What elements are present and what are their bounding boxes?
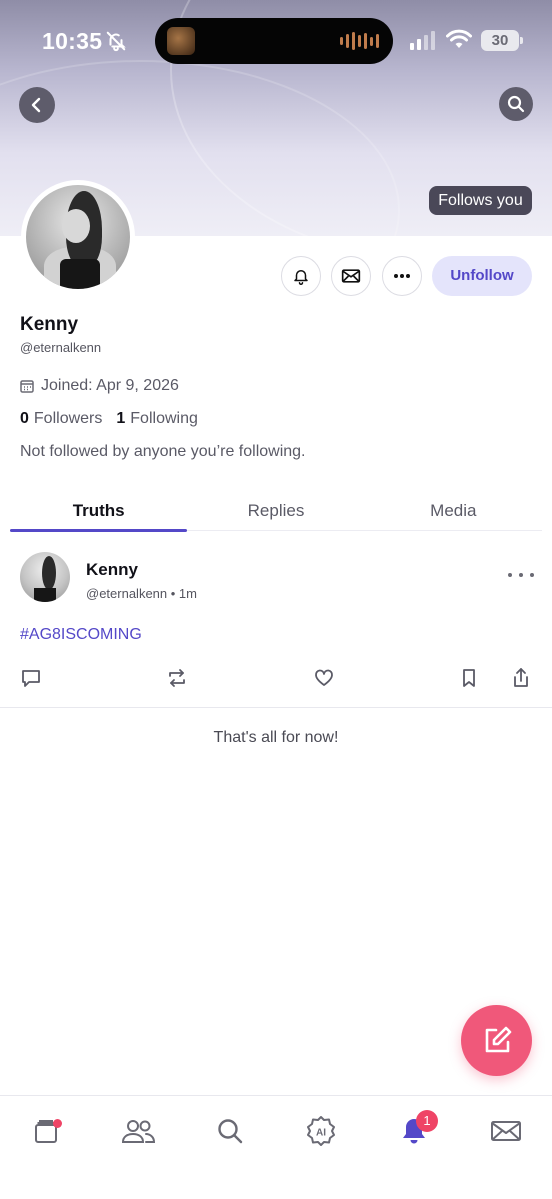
nav-search[interactable]: [212, 1113, 248, 1149]
post-author-name[interactable]: Kenny: [86, 560, 138, 580]
heart-icon[interactable]: [313, 667, 335, 689]
followers-link[interactable]: 0 Followers: [20, 410, 102, 428]
ai-icon: AI: [307, 1116, 335, 1146]
post-more-icon[interactable]: [508, 566, 534, 584]
tab-replies[interactable]: Replies: [187, 500, 364, 530]
following-link[interactable]: 1 Following: [116, 410, 198, 428]
tab-media[interactable]: Media: [365, 500, 542, 530]
nav-ai[interactable]: AI: [303, 1113, 339, 1149]
profile-avatar[interactable]: [21, 180, 135, 294]
post-author-avatar[interactable]: [20, 552, 70, 602]
repost-icon[interactable]: [166, 667, 188, 689]
mail-icon: [491, 1121, 521, 1141]
followers-count: 0: [20, 410, 29, 427]
audio-waveform-icon: [340, 31, 379, 51]
feed-unread-dot: [53, 1119, 62, 1128]
wifi-icon: [446, 29, 472, 48]
bell-icon: [294, 270, 308, 285]
bottom-nav: [0, 1095, 552, 1199]
notifications-badge: 1: [416, 1110, 438, 1132]
chevron-left-icon: [31, 97, 41, 113]
bookmark-icon[interactable]: [458, 667, 480, 689]
more-horizontal-icon: [394, 274, 410, 278]
follow-counts: 0 Followers 1 Following: [20, 410, 198, 428]
follows-you-badge: Follows you: [429, 186, 532, 215]
profile-name: Kenny: [20, 314, 79, 335]
share-icon[interactable]: [510, 667, 532, 689]
followers-label: Followers: [33, 410, 103, 427]
dynamic-island[interactable]: [155, 18, 393, 64]
mail-icon: [341, 269, 361, 283]
nav-people[interactable]: [120, 1113, 156, 1149]
notify-button[interactable]: [281, 256, 321, 296]
following-label: Following: [130, 410, 198, 427]
joined-date: Joined: Apr 9, 2026: [20, 377, 179, 395]
people-icon: [121, 1120, 155, 1143]
more-options-button[interactable]: [382, 256, 422, 296]
profile-handle: @eternalkenn: [20, 340, 102, 355]
profile-search-button[interactable]: [499, 87, 533, 121]
nav-messages[interactable]: [488, 1113, 524, 1149]
compose-button[interactable]: [461, 1005, 532, 1076]
search-icon: [218, 1119, 243, 1144]
tab-truths[interactable]: Truths: [10, 500, 188, 532]
profile-tabs: Truths Replies Media: [10, 500, 542, 532]
compose-icon: [485, 1026, 511, 1052]
reply-icon[interactable]: [20, 667, 42, 689]
battery-indicator: 30: [481, 30, 523, 51]
svg-text:AI: AI: [316, 1128, 326, 1139]
post-hashtag[interactable]: #AG8ISCOMING: [20, 626, 142, 644]
mutuals-text: Not followed by anyone you’re following.: [20, 443, 306, 460]
joined-text: Joined: Apr 9, 2026: [41, 377, 179, 394]
cellular-signal-icon: [410, 30, 435, 50]
following-count: 1: [116, 410, 126, 427]
now-playing-artwork: [167, 27, 195, 55]
search-icon: [507, 95, 525, 113]
calendar-icon: [20, 380, 34, 393]
post-meta: @eternalkenn • 1m: [86, 586, 197, 601]
muted-bell-icon: [106, 31, 126, 52]
feed-end-message: That's all for now!: [213, 729, 339, 746]
status-time: 10:35: [42, 28, 103, 54]
unfollow-button[interactable]: Unfollow: [432, 256, 532, 296]
feed-divider: [0, 707, 552, 708]
message-button[interactable]: [331, 256, 371, 296]
back-button[interactable]: [19, 87, 55, 123]
